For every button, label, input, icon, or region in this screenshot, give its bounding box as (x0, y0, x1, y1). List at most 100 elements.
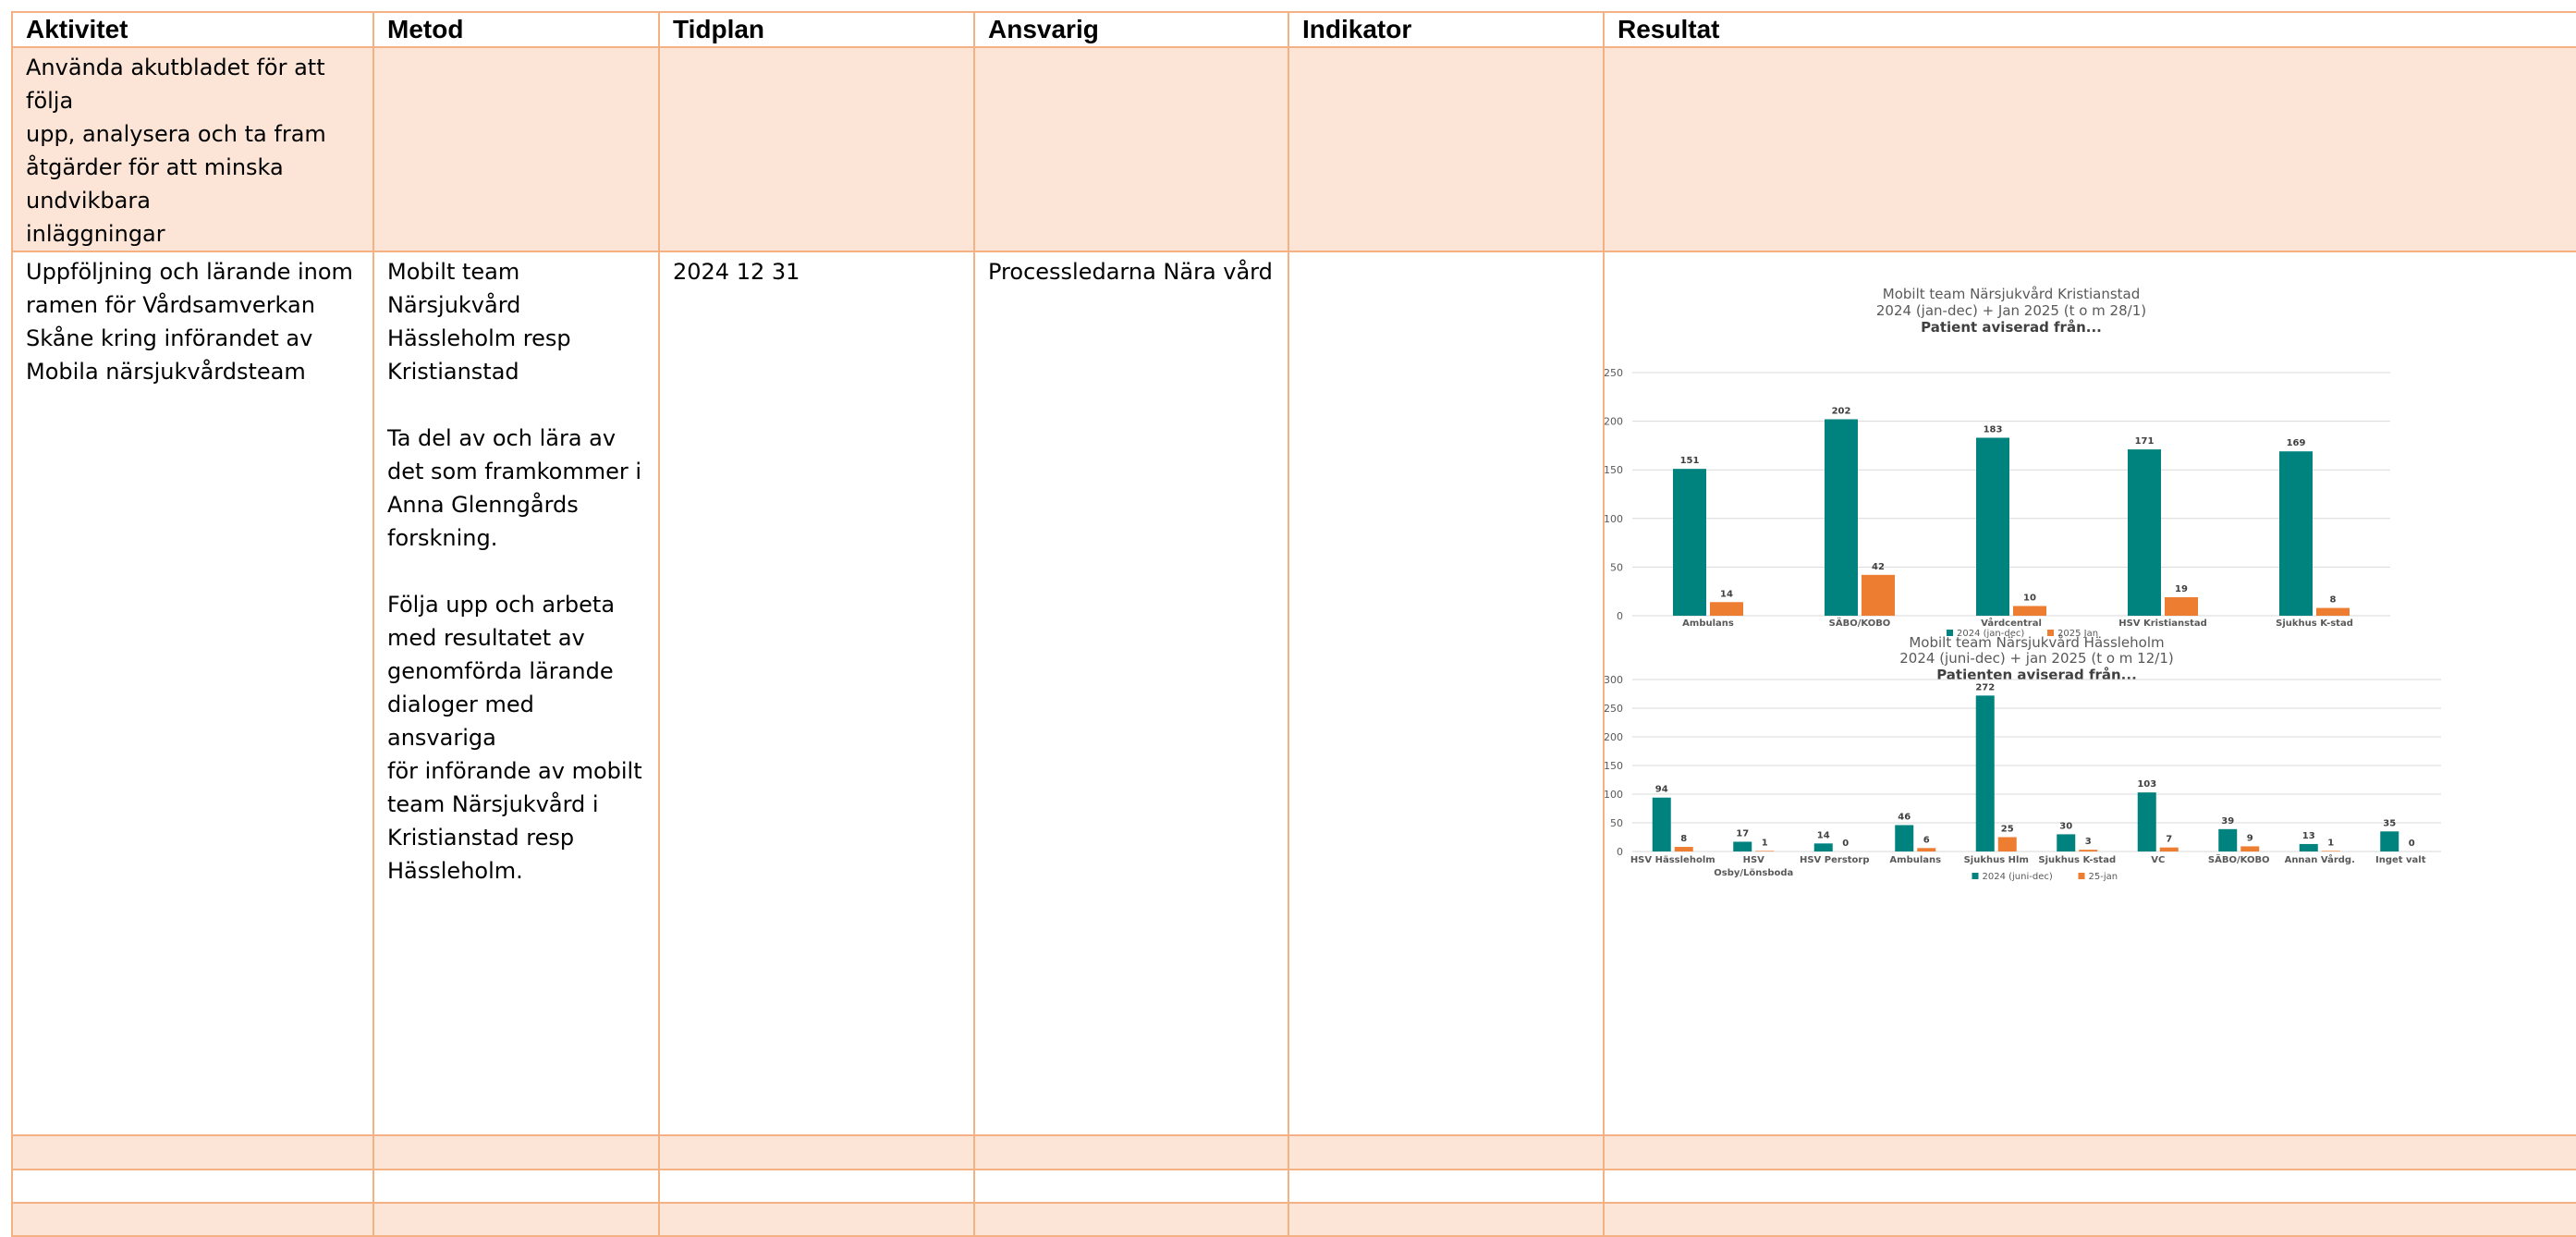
chart1-data-label: 171 (2135, 436, 2155, 447)
chart2-data-label: 7 (2166, 835, 2172, 845)
chart2-bar (1997, 837, 2017, 851)
chart2-data-label: 1 (2327, 838, 2334, 848)
chart2-data-label: 30 (2059, 821, 2072, 831)
chart1-data-label: 42 (1872, 562, 1885, 572)
chart2-category-label: Sjukhus Hlm (1964, 855, 2029, 865)
empty-cell (973, 1202, 1289, 1237)
cell-resultat (1603, 46, 2576, 252)
chart2-legend-swatch (2078, 873, 2085, 879)
chart1-y-tick-label: 250 (1605, 367, 1623, 379)
cell-metod: Mobilt team Närsjukvård Hässleholm resp … (372, 251, 660, 1136)
chart2-y-tick-label: 200 (1605, 731, 1623, 743)
chart1-category-label: Vårdcentral (1981, 617, 2042, 629)
chart1-y-tick-label: 50 (1610, 561, 1623, 573)
chart1-bar (1862, 574, 1895, 616)
chart2-category-label: Osby/Lönsboda (1714, 868, 1793, 878)
chart2-y-tick-label: 50 (1610, 817, 1623, 829)
chart2-data-label: 94 (1655, 785, 1668, 795)
chart2-legend-swatch (1972, 873, 1979, 879)
chart1-subtitle2: Patient aviserad från... (1921, 319, 2102, 336)
cell-tidplan (658, 46, 975, 252)
empty-cell (973, 1169, 1289, 1204)
chart1-bar (1976, 437, 2009, 616)
chart2-bar (1652, 797, 1671, 851)
chart2-bar (1917, 848, 1936, 851)
chart1-y-tick-label: 200 (1605, 416, 1623, 428)
header-resultat: Resultat (1603, 11, 2576, 48)
chart1-y-tick-label: 150 (1605, 464, 1623, 476)
result-charts: Mobilt team Närsjukvård Kristianstad2024… (1605, 286, 2441, 882)
chart2-bar (2159, 847, 2179, 851)
chart2-bar (2079, 850, 2098, 851)
chart1-subtitle: 2024 (jan-dec) + Jan 2025 (t o m 28/1) (1876, 302, 2146, 319)
empty-cell (1288, 1202, 1605, 1237)
header-ansvarig: Ansvarig (973, 11, 1289, 48)
empty-cell (658, 1134, 975, 1170)
cell-indikator (1288, 251, 1605, 1136)
chart2-bar (2057, 834, 2076, 851)
cell-metod (372, 46, 660, 252)
chart2-bar (1813, 843, 1833, 851)
chart1-bar (1710, 602, 1743, 616)
chart2-data-label: 25 (2001, 825, 2014, 835)
header-aktivitet: Aktivitet (11, 11, 374, 48)
cell-aktivitet: Uppföljning och lärande inom ramen för V… (11, 251, 374, 1136)
chart2-y-tick-label: 150 (1605, 760, 1623, 772)
chart1-bar (2128, 449, 2161, 616)
chart1-bar (2013, 606, 2046, 616)
chart2-bar (1895, 825, 1914, 851)
chart2-title: Mobilt team Närsjukvård Hässleholm (1909, 634, 2164, 651)
empty-cell (658, 1169, 975, 1204)
table-row (11, 1169, 2576, 1204)
chart1-data-label: 151 (1680, 456, 1700, 466)
chart2-bar (2218, 828, 2238, 851)
chart2-category-label: Sjukhus K-stad (2038, 855, 2116, 865)
empty-cell (11, 1169, 374, 1204)
chart2-category-label: Inget valt (2375, 855, 2426, 865)
chart2-data-label: 46 (1898, 812, 1911, 822)
empty-cell (1288, 1169, 1605, 1204)
chart2-legend-label: 25-jan (2089, 872, 2118, 882)
chart2-y-tick-label: 0 (1617, 846, 1623, 858)
cell-tidplan: 2024 12 31 (658, 251, 975, 1136)
chart2-data-label: 8 (1680, 834, 1687, 844)
chart2-bar (2137, 792, 2156, 851)
empty-cell (1288, 1134, 1605, 1170)
chart2-legend-label: 2024 (juni-dec) (1983, 872, 2053, 882)
chart1-category-label: Ambulans (1682, 618, 1734, 629)
chart2-category-label: VC (2151, 855, 2165, 865)
chart2-data-label: 35 (2383, 818, 2396, 828)
chart2-data-label: 17 (1736, 828, 1749, 839)
header-metod: Metod (372, 11, 660, 48)
chart2-data-label: 1 (1762, 838, 1768, 848)
table-row (11, 1134, 2576, 1170)
chart1-category-label: SÄBO/KOBO (1829, 616, 1891, 629)
empty-cell (1603, 1134, 2576, 1170)
chart2-bar (2240, 846, 2260, 851)
cell-resultat-charts: Mobilt team Närsjukvård Kristianstad 2024… (1603, 251, 2576, 1136)
chart1-data-label: 202 (1832, 406, 1851, 416)
cell-ansvarig: Processledarna Nära vård (973, 251, 1289, 1136)
chart2-data-label: 39 (2221, 816, 2234, 827)
empty-cell (372, 1169, 660, 1204)
chart2-data-label: 6 (1923, 835, 1930, 845)
chart2-data-label: 272 (1975, 682, 1995, 692)
chart2-subtitle: 2024 (juni-dec) + jan 2025 (t o m 12/1) (1899, 650, 2173, 667)
chart1-bar (1673, 469, 1706, 616)
chart2-category-label: HSV Hässleholm (1630, 855, 1715, 865)
chart1-data-label: 10 (2023, 593, 2036, 603)
empty-cell (11, 1134, 374, 1170)
chart2-y-tick-label: 250 (1605, 703, 1623, 715)
chart1-data-label: 169 (2287, 438, 2306, 448)
chart1-bar (2279, 451, 2313, 616)
chart1-data-label: 8 (2330, 595, 2337, 606)
chart2-category-label: SÄBO/KOBO (2208, 852, 2270, 865)
header-indikator: Indikator (1288, 11, 1605, 48)
chart1-category-label: HSV Kristianstad (2118, 618, 2207, 629)
empty-cell (973, 1134, 1289, 1170)
empty-cell (658, 1202, 975, 1237)
chart1-bar (2165, 597, 2198, 616)
empty-cell (372, 1202, 660, 1237)
chart2-y-tick-label: 100 (1605, 789, 1623, 801)
empty-cell (11, 1202, 374, 1237)
